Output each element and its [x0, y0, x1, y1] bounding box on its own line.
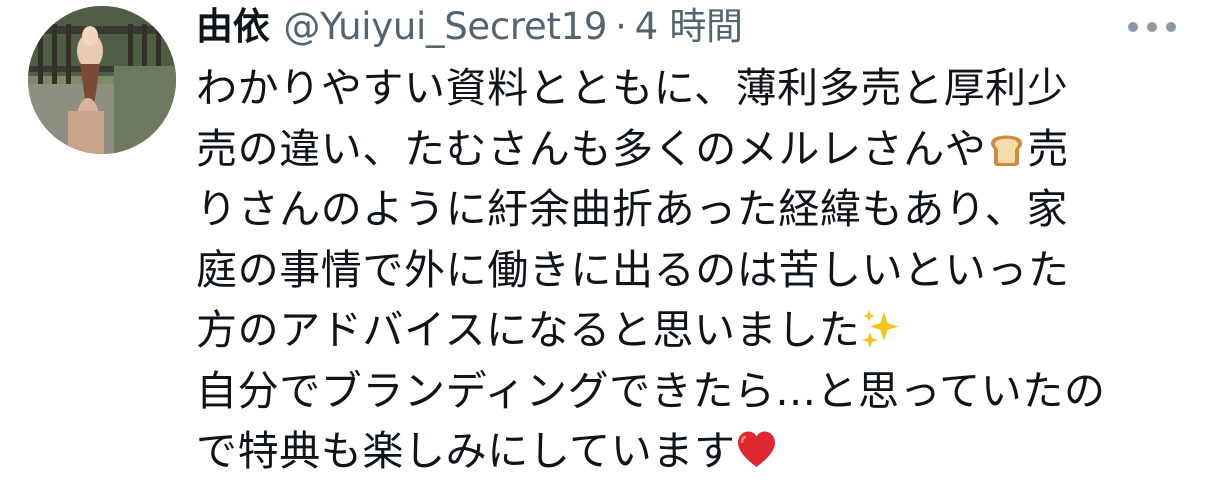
- more-options-button[interactable]: [1124, 10, 1180, 44]
- tweet-text-line: りさんのように紆余曲折あった経緯もあり、家: [196, 179, 1186, 240]
- tweet[interactable]: 由依 @Yuiyui_Secret19 · 4 時間 わかりやすい資料とともに、…: [0, 0, 1206, 503]
- more-dots-icon: [1128, 22, 1176, 32]
- tweet-text-segment: で特典も楽しみにしています: [196, 427, 736, 475]
- tweet-text-line: で特典も楽しみにしています: [196, 421, 1186, 482]
- author-handle[interactable]: @Yuiyui_Secret19: [283, 0, 607, 54]
- tweet-text-line: 自分でブランディングできたら...と思っていたの: [196, 361, 1186, 422]
- red-heart-emoji: [736, 429, 777, 470]
- bread-emoji: [986, 127, 1027, 168]
- tweet-text-segment: 方のアドバイスになると思いました: [196, 306, 861, 354]
- tweet-text-segment: わかりやすい資料とともに、薄利多売と厚利少: [196, 64, 1069, 112]
- tweet-text: わかりやすい資料とともに、薄利多売と厚利少 売の違い、たむさんも多くのメルレさん…: [196, 58, 1186, 482]
- tweet-text-segment: 売の違い、たむさんも多くのメルレさんや: [196, 124, 987, 173]
- author-display-name[interactable]: 由依: [196, 0, 270, 54]
- tweet-text-line: 売の違い、たむさんも多くのメルレさんや売: [196, 119, 1186, 180]
- tweet-text-segment: りさんのように紆余曲折あった経緯もあり、家: [196, 185, 1068, 233]
- tweet-content: 由依 @Yuiyui_Secret19 · 4 時間 わかりやすい資料とともに、…: [196, 0, 1186, 482]
- tweet-text-line: 庭の事情で外に働きに出るのは苦しいといった: [196, 240, 1186, 301]
- tweet-text-segment: 自分でブランディングできたら...と思っていたの: [196, 366, 1106, 415]
- avatar[interactable]: [28, 6, 176, 154]
- soft-serve-ice-cream-photo: [28, 6, 176, 154]
- sparkles-emoji: [860, 308, 901, 349]
- tweet-text-line: わかりやすい資料とともに、薄利多売と厚利少: [196, 58, 1186, 119]
- tweet-timestamp[interactable]: 4 時間: [635, 0, 743, 54]
- tweet-header: 由依 @Yuiyui_Secret19 · 4 時間: [196, 0, 1186, 54]
- tweet-text-line: 方のアドバイスになると思いました: [196, 300, 1186, 361]
- tweet-text-segment: 売: [1027, 124, 1070, 173]
- tweet-text-segment: 庭の事情で外に働きに出るのは苦しいといった: [196, 245, 1070, 294]
- header-separator: ·: [615, 5, 627, 48]
